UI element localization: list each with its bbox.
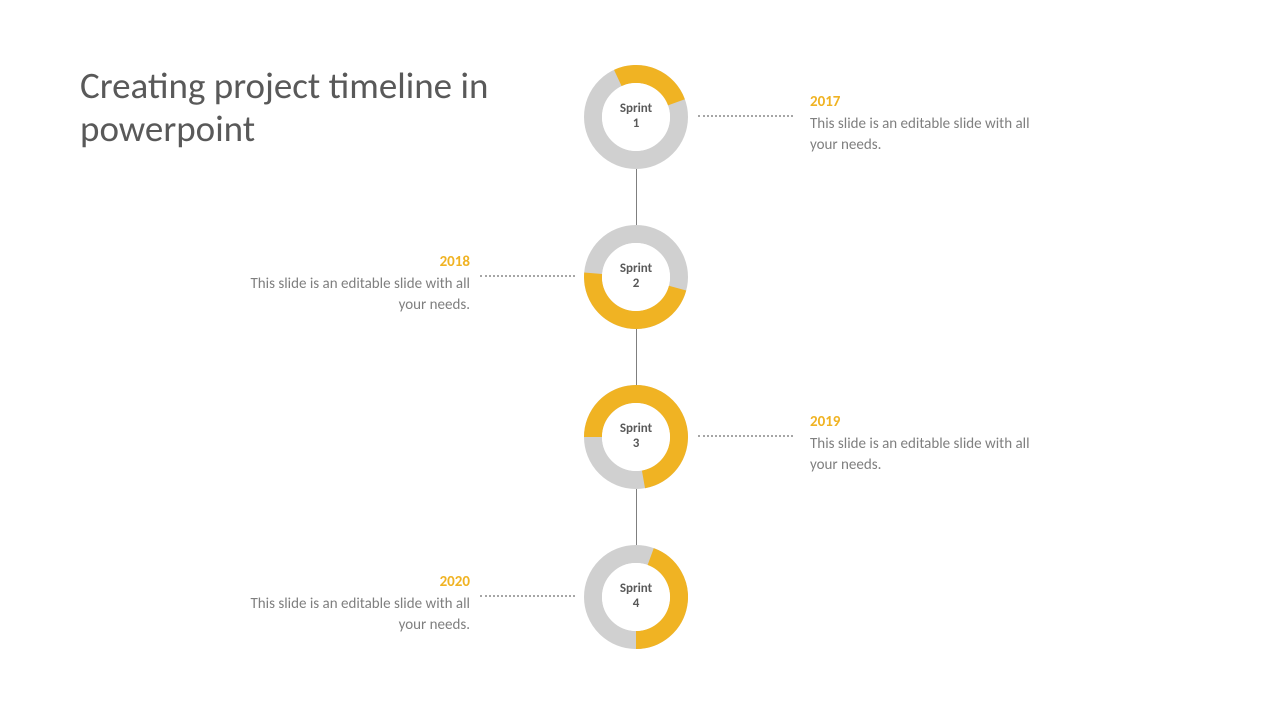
year-label: 2020	[250, 572, 470, 592]
year-label: 2018	[250, 252, 470, 272]
timeline-node: Sprint 3	[584, 385, 688, 489]
timeline-node: Sprint 4	[584, 545, 688, 649]
sprint-label: Sprint	[620, 582, 652, 597]
sprint-label: Sprint	[620, 102, 652, 117]
slide-canvas: Creating project timeline in powerpoint …	[0, 0, 1280, 720]
entry-description: This slide is an editable slide with all…	[810, 114, 1030, 155]
year-label: 2019	[810, 412, 1030, 432]
connector-dots	[698, 115, 793, 117]
sprint-number: 2	[633, 277, 640, 292]
sprint-label: Sprint	[620, 422, 652, 437]
timeline-entry: 2019 This slide is an editable slide wit…	[810, 412, 1030, 475]
timeline-node: Sprint 2	[584, 225, 688, 329]
sprint-label: Sprint	[620, 262, 652, 277]
node-inner: Sprint 3	[602, 403, 670, 471]
connector-dots	[480, 275, 575, 277]
timeline-node: Sprint 1	[584, 65, 688, 169]
sprint-number: 3	[633, 437, 640, 452]
year-label: 2017	[810, 92, 1030, 112]
entry-description: This slide is an editable slide with all…	[810, 434, 1030, 475]
timeline-entry: 2018 This slide is an editable slide wit…	[250, 252, 470, 315]
node-inner: Sprint 1	[602, 83, 670, 151]
slide-title: Creating project timeline in powerpoint	[80, 65, 510, 150]
connector-dots	[480, 595, 575, 597]
sprint-number: 4	[633, 597, 640, 612]
entry-description: This slide is an editable slide with all…	[250, 594, 470, 635]
timeline-entry: 2020 This slide is an editable slide wit…	[250, 572, 470, 635]
node-inner: Sprint 2	[602, 243, 670, 311]
sprint-number: 1	[633, 117, 640, 132]
connector-dots	[698, 435, 793, 437]
timeline-entry: 2017 This slide is an editable slide wit…	[810, 92, 1030, 155]
node-inner: Sprint 4	[602, 563, 670, 631]
entry-description: This slide is an editable slide with all…	[250, 274, 470, 315]
